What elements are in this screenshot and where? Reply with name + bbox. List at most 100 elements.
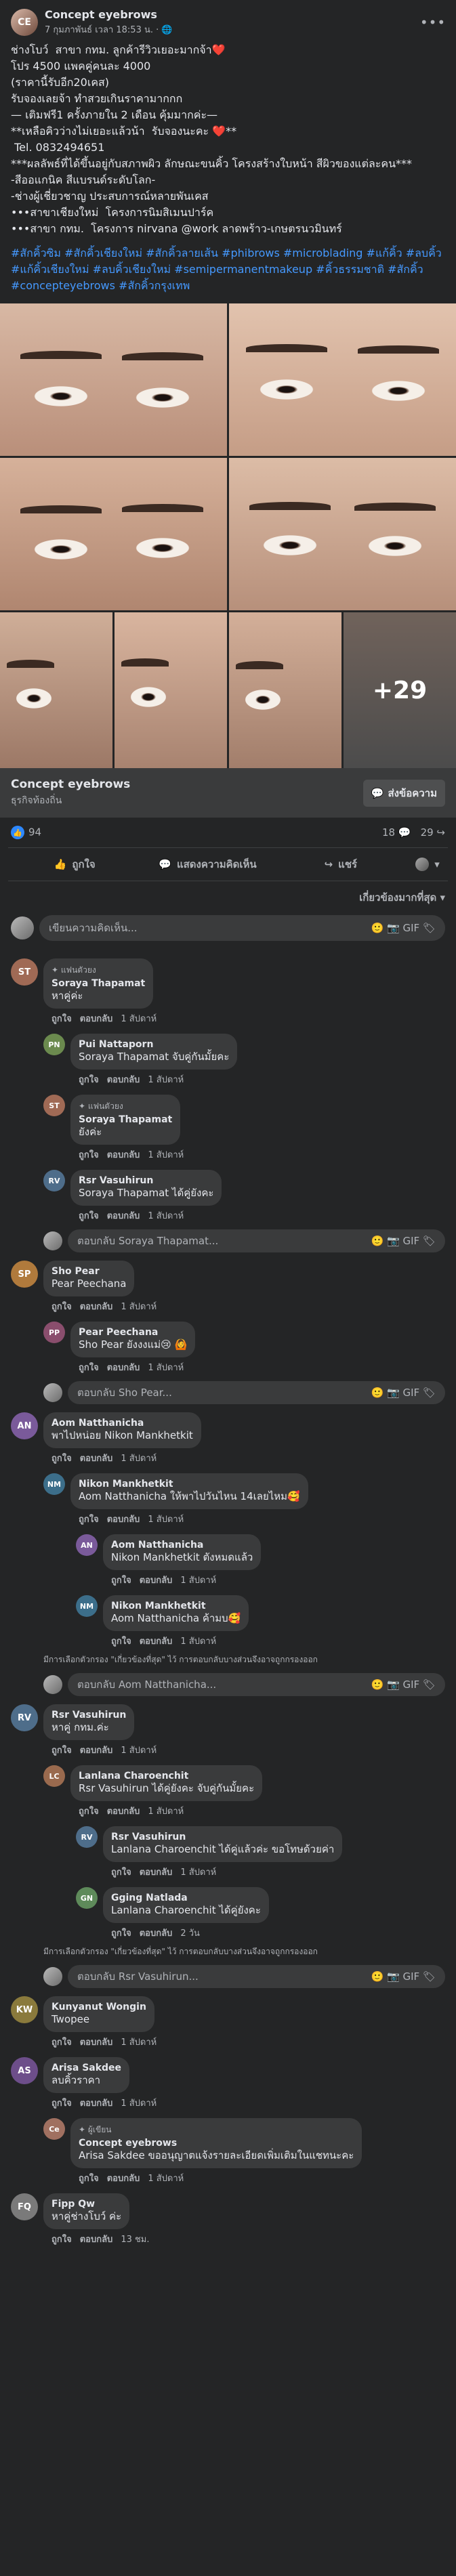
comment-time[interactable]: 1 สัปดาห์ xyxy=(121,1011,157,1026)
comment-author[interactable]: Rsr Vasuhirun xyxy=(51,1710,126,1720)
comment-input[interactable]: เขียนความคิดเห็น... 🙂 📷 GIF 🏷 xyxy=(39,915,445,941)
comment-like-link[interactable]: ถูกใจ xyxy=(111,1865,131,1879)
comment-time[interactable]: 1 สัปดาห์ xyxy=(180,1634,216,1648)
like-button[interactable]: 👍 ถูกใจ xyxy=(8,851,141,878)
commenter-avatar[interactable]: RV xyxy=(43,1170,65,1191)
comment-like-link[interactable]: ถูกใจ xyxy=(51,1011,72,1026)
reply-input[interactable]: ตอบกลับ Sho Pear... 🙂 📷 GIF 🏷 xyxy=(68,1381,445,1404)
share-count[interactable]: 29 ↪ xyxy=(421,826,445,839)
comment-time[interactable]: 1 สัปดาห์ xyxy=(121,1451,157,1465)
comment-author[interactable]: Gging Natlada xyxy=(111,1893,261,1903)
comment-time[interactable]: 1 สัปดาห์ xyxy=(148,1360,184,1374)
commenter-avatar[interactable]: LC xyxy=(43,1765,65,1787)
comment-like-link[interactable]: ถูกใจ xyxy=(51,1743,72,1757)
comment-time[interactable]: 1 สัปดาห์ xyxy=(121,1743,157,1757)
comment-like-link[interactable]: ถูกใจ xyxy=(79,1512,99,1526)
comment-time[interactable]: 1 สัปดาห์ xyxy=(180,1865,216,1879)
commenter-avatar[interactable]: PP xyxy=(43,1322,65,1343)
photo-8-more[interactable]: +29 xyxy=(344,612,456,768)
comment-reply-link[interactable]: ตอบกลับ xyxy=(80,2232,113,2246)
comment-reply-link[interactable]: ตอบกลับ xyxy=(80,1011,113,1026)
comment-sort-dropdown[interactable]: เกี่ยวข้องมากที่สุด ▾ xyxy=(0,881,456,910)
composer-icons[interactable]: 🙂 📷 GIF 🏷 xyxy=(371,1235,436,1247)
comment-author[interactable]: Lanlana Charoenchit xyxy=(79,1771,254,1781)
comment-like-link[interactable]: ถูกใจ xyxy=(111,1634,131,1648)
commenter-avatar[interactable]: AN xyxy=(11,1412,38,1439)
page-card[interactable]: Concept eyebrows ธุรกิจท้องถิ่น 💬 ส่งข้อ… xyxy=(0,768,456,818)
comment-time[interactable]: 13 ชม. xyxy=(121,2232,149,2246)
commenter-avatar[interactable]: ST xyxy=(43,1095,65,1116)
photo-5[interactable] xyxy=(0,612,112,768)
comment-like-link[interactable]: ถูกใจ xyxy=(51,2035,72,2049)
comment-author[interactable]: Concept eyebrows xyxy=(79,2138,354,2149)
comment-time[interactable]: 1 สัปดาห์ xyxy=(180,1573,216,1587)
comment-time[interactable]: 1 สัปดาห์ xyxy=(121,2035,157,2049)
commenter-avatar[interactable]: RV xyxy=(11,1704,38,1731)
comment-count[interactable]: 18 💬 xyxy=(382,826,411,839)
comment-reply-link[interactable]: ตอบกลับ xyxy=(140,1865,173,1879)
comment-author[interactable]: Fipp Qw xyxy=(51,2199,121,2210)
commenter-avatar[interactable]: RV xyxy=(76,1826,98,1848)
comment-reply-link[interactable]: ตอบกลับ xyxy=(140,1634,173,1648)
comment-reply-link[interactable]: ตอบกลับ xyxy=(80,2096,113,2110)
post-hashtags[interactable]: #สักคิ้วซิม #สักคิ้วเชียงใหม่ #สักคิ้วลา… xyxy=(0,245,456,303)
comment-reply-link[interactable]: ตอบกลับ xyxy=(80,1451,113,1465)
comment-author[interactable]: Nikon Mankhetkit xyxy=(79,1479,300,1490)
comment-like-link[interactable]: ถูกใจ xyxy=(79,1147,99,1162)
send-message-button[interactable]: 💬 ส่งข้อความ xyxy=(362,779,445,807)
comment-reply-link[interactable]: ตอบกลับ xyxy=(80,1743,113,1757)
commenter-avatar[interactable]: AN xyxy=(76,1534,98,1556)
comment-time[interactable]: 1 สัปดาห์ xyxy=(148,1208,184,1223)
more-options-icon[interactable]: ••• xyxy=(420,10,445,35)
comment-reply-link[interactable]: ตอบกลับ xyxy=(107,1072,140,1086)
comment-time[interactable]: 1 สัปดาห์ xyxy=(148,1147,184,1162)
comment-like-link[interactable]: ถูกใจ xyxy=(51,1299,72,1313)
composer-icons[interactable]: 🙂 📷 GIF 🏷 xyxy=(371,922,436,934)
comment-like-link[interactable]: ถูกใจ xyxy=(111,1926,131,1940)
composer-icons[interactable]: 🙂 📷 GIF 🏷 xyxy=(371,1970,436,1983)
comment-reply-link[interactable]: ตอบกลับ xyxy=(80,2035,113,2049)
reply-input[interactable]: ตอบกลับ Rsr Vasuhirun... 🙂 📷 GIF 🏷 xyxy=(68,1965,445,1988)
page-avatar[interactable]: CE xyxy=(11,9,38,36)
share-button[interactable]: ↪ แชร์ xyxy=(274,851,407,878)
commenter-avatar[interactable]: GN xyxy=(76,1887,98,1909)
comment-author[interactable]: Rsr Vasuhirun xyxy=(79,1175,213,1186)
comment-author[interactable]: Pui Nattaporn xyxy=(79,1039,229,1050)
photo-6[interactable] xyxy=(115,612,227,768)
comment-time[interactable]: 1 สัปดาห์ xyxy=(148,2171,184,2185)
photo-4[interactable] xyxy=(229,458,456,610)
comment-author[interactable]: Soraya Thapamat xyxy=(79,1114,172,1125)
comment-time[interactable]: 1 สัปดาห์ xyxy=(148,1072,184,1086)
react-as-selector[interactable]: ▾ xyxy=(407,851,448,878)
comment-like-link[interactable]: ถูกใจ xyxy=(111,1573,131,1587)
comment-like-link[interactable]: ถูกใจ xyxy=(51,2096,72,2110)
comment-time[interactable]: 1 สัปดาห์ xyxy=(121,2096,157,2110)
more-photos-count[interactable]: +29 xyxy=(344,612,456,768)
photo-1[interactable] xyxy=(0,303,227,456)
comment-author[interactable]: Soraya Thapamat xyxy=(51,978,145,989)
composer-icons[interactable]: 🙂 📷 GIF 🏷 xyxy=(371,1387,436,1399)
comment-author[interactable]: Sho Pear xyxy=(51,1266,126,1277)
comment-reply-link[interactable]: ตอบกลับ xyxy=(107,1512,140,1526)
comment-reply-link[interactable]: ตอบกลับ xyxy=(80,1299,113,1313)
comment-time[interactable]: 2 วัน xyxy=(180,1926,200,1940)
comment-reply-link[interactable]: ตอบกลับ xyxy=(140,1573,173,1587)
comment-author[interactable]: Arisa Sakdee xyxy=(51,2063,121,2073)
composer-icons[interactable]: 🙂 📷 GIF 🏷 xyxy=(371,1678,436,1691)
comment-reply-link[interactable]: ตอบกลับ xyxy=(107,1360,140,1374)
post-timestamp[interactable]: 7 กุมภาพันธ์ เวลา 18:53 น. · 🌐 xyxy=(45,22,421,37)
comment-like-link[interactable]: ถูกใจ xyxy=(51,1451,72,1465)
commenter-avatar[interactable]: PN xyxy=(43,1034,65,1055)
commenter-avatar[interactable]: ST xyxy=(11,958,38,986)
comment-time[interactable]: 1 สัปดาห์ xyxy=(148,1804,184,1818)
photo-3[interactable] xyxy=(0,458,227,610)
reply-input[interactable]: ตอบกลับ Aom Natthanicha... 🙂 📷 GIF 🏷 xyxy=(68,1673,445,1696)
page-card-name[interactable]: Concept eyebrows xyxy=(11,778,130,791)
commenter-avatar[interactable]: Ce xyxy=(43,2118,65,2140)
photo-2[interactable] xyxy=(229,303,456,456)
commenter-avatar[interactable]: NM xyxy=(76,1595,98,1617)
commenter-avatar[interactable]: AS xyxy=(11,2057,38,2084)
comment-button[interactable]: 💬 แสดงความคิดเห็น xyxy=(141,851,274,878)
comment-reply-link[interactable]: ตอบกลับ xyxy=(107,1804,140,1818)
comment-like-link[interactable]: ถูกใจ xyxy=(79,2171,99,2185)
